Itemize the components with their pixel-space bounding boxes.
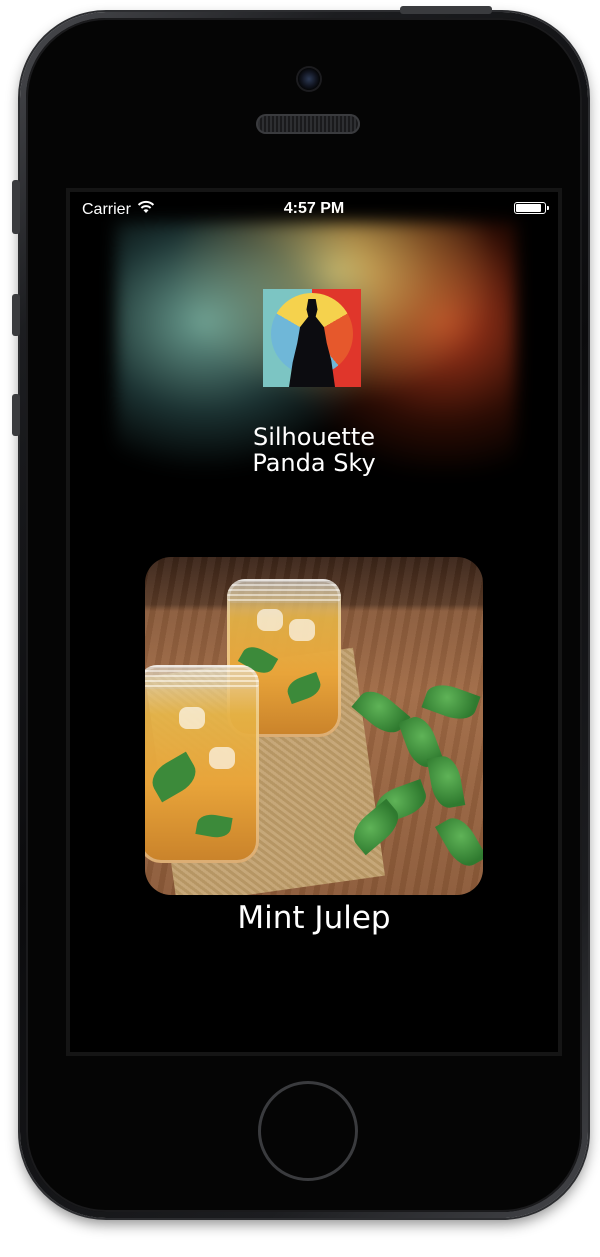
iphone-device: Carrier 4:57 PM Silhouette Panda Sky Min… [12, 6, 588, 1218]
screen: Carrier 4:57 PM Silhouette Panda Sky Min… [66, 188, 562, 1056]
mint-leaf [284, 671, 324, 705]
jar-front [145, 665, 259, 863]
now-playing-title: Silhouette Panda Sky [252, 423, 376, 477]
status-bar: Carrier 4:57 PM [70, 192, 558, 224]
earpiece-speaker [256, 114, 360, 134]
mint-leaf [195, 812, 233, 840]
ice-cube [257, 609, 283, 631]
drink-photo[interactable] [145, 557, 483, 895]
battery-icon [514, 202, 549, 214]
drink-name: Mint Julep [237, 900, 391, 936]
ice-cube [209, 747, 235, 769]
status-right [514, 202, 549, 214]
device-face: Carrier 4:57 PM Silhouette Panda Sky Min… [26, 18, 582, 1212]
home-button[interactable] [258, 1081, 358, 1181]
volume-up-button [12, 294, 20, 336]
front-camera [298, 68, 320, 90]
status-time: 4:57 PM [283, 200, 345, 217]
mint-leaf [146, 751, 202, 803]
mute-switch [12, 180, 20, 234]
album-art[interactable] [263, 289, 361, 387]
ice-cube [289, 619, 315, 641]
power-button [400, 6, 492, 14]
ice-cube [179, 707, 205, 729]
volume-down-button [12, 394, 20, 436]
battery-fill [516, 204, 541, 212]
